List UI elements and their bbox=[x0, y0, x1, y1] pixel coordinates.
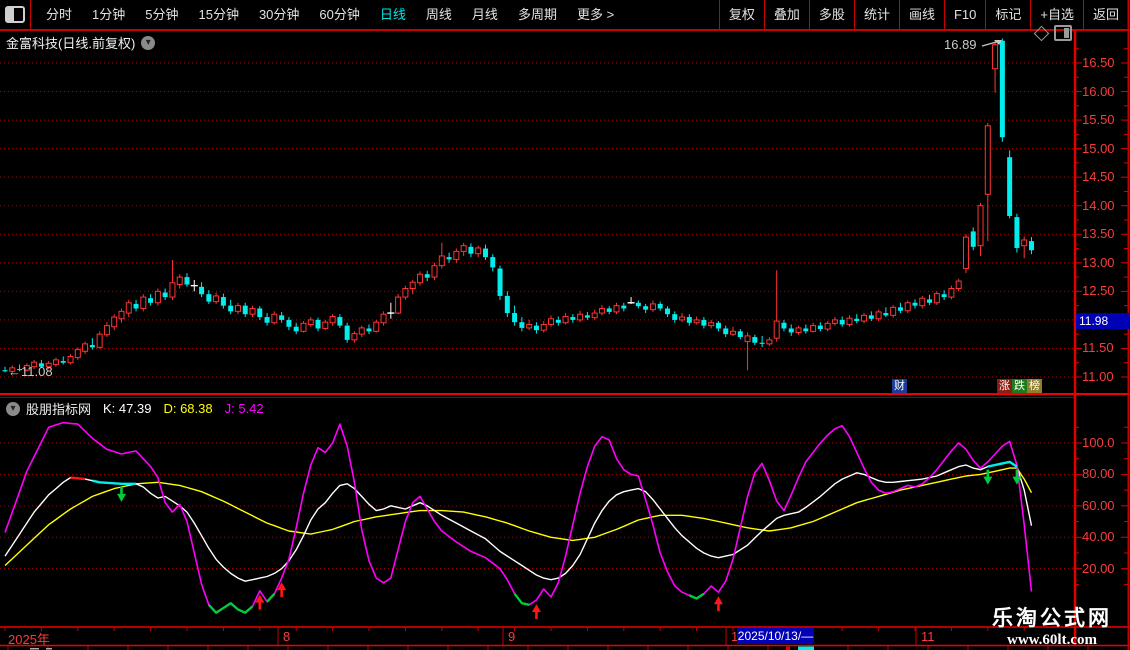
j-line bbox=[5, 423, 1032, 613]
trading-app-window: 分时1分钟5分钟15分钟30分钟60分钟日线周线月线多周期更多 > 复权叠加多股… bbox=[0, 0, 1130, 650]
chart-canvas[interactable] bbox=[0, 0, 1130, 650]
year-label: 2025年 bbox=[8, 629, 50, 648]
j-green-segment bbox=[209, 603, 253, 613]
j-green-segment bbox=[689, 594, 704, 599]
rank-badge-char: 跌 bbox=[1012, 379, 1027, 393]
collapse-icon[interactable]: ▾ bbox=[6, 402, 20, 416]
date-tag: 2025/10/13/— bbox=[737, 628, 814, 644]
price-axis-label: 11.00 bbox=[1082, 369, 1128, 384]
chevron-down-icon[interactable]: ▾ bbox=[141, 36, 155, 50]
buy-arrow-icon bbox=[532, 604, 541, 612]
price-axis-label: 14.50 bbox=[1082, 169, 1128, 184]
diamond-icon[interactable] bbox=[1034, 25, 1050, 41]
price-axis-label: 16.00 bbox=[1082, 84, 1128, 99]
k-cyan-segment bbox=[92, 481, 136, 484]
candles-group bbox=[3, 38, 1034, 372]
indicator-name[interactable]: 股朋指标网 bbox=[26, 399, 91, 418]
pane-toggle-icon[interactable] bbox=[1054, 25, 1072, 41]
k-red-segment bbox=[71, 478, 86, 480]
low-annotation: ←11.08 bbox=[8, 364, 53, 379]
indicator-d-value: D: 68.38 bbox=[163, 401, 212, 416]
rank-badge-char: 榜 bbox=[1027, 379, 1042, 393]
k-cyan-segment bbox=[988, 462, 1017, 467]
rank-badge-char: 涨 bbox=[997, 379, 1012, 393]
watermark-url: www.60lt.com bbox=[992, 632, 1112, 649]
watermark-site-name: 乐淘公式网 bbox=[992, 602, 1112, 632]
chart-title-row[interactable]: 金富科技(日线.前复权) ▾ bbox=[6, 33, 155, 52]
indicator-j-value: J: 5.42 bbox=[225, 401, 264, 416]
price-axis-label: 12.50 bbox=[1082, 283, 1128, 298]
kdj-lines-group bbox=[5, 423, 1032, 613]
j-green-segment bbox=[515, 594, 530, 605]
buy-arrow-icon bbox=[714, 596, 723, 604]
price-axis-label: 14.00 bbox=[1082, 198, 1128, 213]
indicator-header: ▾ 股朋指标网 K: 47.39 D: 68.38 J: 5.42 bbox=[6, 399, 264, 418]
last-price-tag: 11.98 bbox=[1076, 313, 1130, 329]
indicator-k-value: K: 47.39 bbox=[103, 401, 151, 416]
price-axis-label: 15.50 bbox=[1082, 112, 1128, 127]
signal-arrows-group bbox=[117, 470, 1021, 620]
price-axis-label: 13.50 bbox=[1082, 226, 1128, 241]
watermark: 乐淘公式网 www.60lt.com bbox=[992, 602, 1112, 649]
indicator-axis-label: 40.00 bbox=[1082, 529, 1128, 544]
month-label-11: 11 bbox=[921, 629, 935, 644]
frame-group bbox=[0, 0, 1130, 650]
indicator-axis-label: 80.00 bbox=[1082, 466, 1128, 481]
rank-badge[interactable]: 涨跌榜 bbox=[996, 379, 1043, 393]
grid-group bbox=[0, 63, 1073, 569]
month-label-8: 8 bbox=[283, 629, 290, 644]
price-axis-label: 16.50 bbox=[1082, 55, 1128, 70]
j-green-segment bbox=[267, 594, 274, 602]
high-annotation: 16.89 bbox=[944, 37, 977, 52]
chart-corner-icons bbox=[1036, 25, 1072, 41]
price-axis-label: 15.00 bbox=[1082, 141, 1128, 156]
finance-badge[interactable]: 财 bbox=[891, 379, 908, 393]
indicator-axis-label: 20.00 bbox=[1082, 561, 1128, 576]
indicator-axis-label: 100.0 bbox=[1082, 435, 1128, 450]
sell-arrow-icon bbox=[1012, 477, 1021, 485]
high-annotation-arrow bbox=[982, 40, 1002, 46]
indicator-axis-label: 60.00 bbox=[1082, 498, 1128, 513]
price-axis-label: 11.50 bbox=[1082, 340, 1128, 355]
finance-badge-label: 财 bbox=[892, 379, 907, 393]
price-axis-label: 13.00 bbox=[1082, 255, 1128, 270]
month-label-9: 9 bbox=[508, 629, 515, 644]
chart-title: 金富科技(日线.前复权) bbox=[6, 33, 135, 52]
sell-arrow-icon bbox=[117, 494, 126, 502]
sell-arrow-icon bbox=[983, 477, 992, 485]
